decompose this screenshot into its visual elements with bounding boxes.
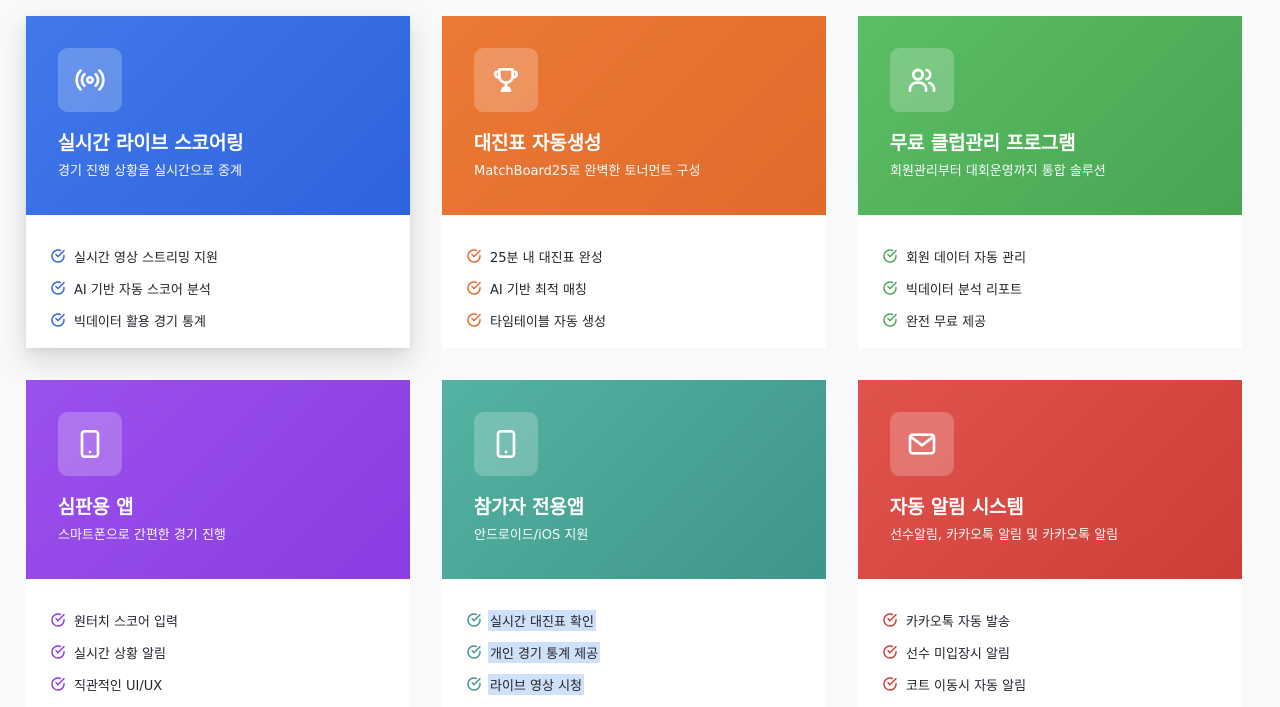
feature-text: 선수 미입장시 알림 <box>906 646 1010 662</box>
feature-card-bracket[interactable]: 대진표 자동생성 MatchBoard25로 완벽한 토너먼트 구성 25분 내… <box>442 16 826 348</box>
feature-text: 개인 경기 통계 제공 <box>488 641 601 663</box>
list-item: AI 기반 자동 스코어 분석 <box>50 272 410 304</box>
users-icon <box>908 68 936 92</box>
check-circle-icon <box>883 645 897 659</box>
feature-text: AI 기반 자동 스코어 분석 <box>74 282 211 298</box>
card-header: 대진표 자동생성 MatchBoard25로 완벽한 토너먼트 구성 <box>442 16 826 215</box>
list-item: 선수 미입장시 알림 <box>882 636 1242 668</box>
feature-card-notification[interactable]: 자동 알림 시스템 선수알림, 카카오톡 알림 및 카카오톡 알림 카카오톡 자… <box>858 380 1242 707</box>
feature-text: 빅데이터 활용 경기 통계 <box>74 314 206 330</box>
feature-text: AI 기반 최적 매칭 <box>490 282 587 298</box>
feature-text: 실시간 대진표 확인 <box>488 609 596 631</box>
list-item: 타임테이블 자동 생성 <box>466 304 826 336</box>
card-subtitle: 스마트폰으로 간편한 경기 진행 <box>58 528 226 543</box>
check-circle-icon <box>467 281 481 295</box>
check-circle-icon <box>51 249 65 263</box>
check-circle-icon <box>883 313 897 327</box>
list-item: 빅데이터 활용 경기 통계 <box>50 304 410 336</box>
card-title: 자동 알림 시스템 <box>890 496 1024 518</box>
feature-text: 빅데이터 분석 리포트 <box>906 282 1022 298</box>
list-item: 완전 무료 제공 <box>882 304 1242 336</box>
feature-text: 코트 이동시 자동 알림 <box>906 678 1027 694</box>
trophy-icon <box>493 68 519 92</box>
feature-list: 회원 데이터 자동 관리 빅데이터 분석 리포트 완전 무료 제공 <box>858 215 1242 336</box>
feature-card-club-management[interactable]: 무료 클럽관리 프로그램 회원관리부터 대회운영까지 통합 솔루션 회원 데이터… <box>858 16 1242 348</box>
list-item: 라이브 영상 시청 <box>466 668 826 700</box>
list-item: 실시간 대진표 확인 <box>466 604 826 636</box>
card-title: 심판용 앱 <box>58 496 134 518</box>
card-title: 무료 클럽관리 프로그램 <box>890 132 1076 154</box>
check-circle-icon <box>883 281 897 295</box>
check-circle-icon <box>51 645 65 659</box>
list-item: 원터치 스코어 입력 <box>50 604 410 636</box>
list-item: 직관적인 UI/UX <box>50 668 410 700</box>
card-title: 대진표 자동생성 <box>474 132 602 154</box>
list-item: 실시간 영상 스트리밍 지원 <box>50 240 410 272</box>
check-circle-icon <box>467 249 481 263</box>
list-item: 빅데이터 분석 리포트 <box>882 272 1242 304</box>
card-header: 심판용 앱 스마트폰으로 간편한 경기 진행 <box>26 380 410 579</box>
card-subtitle: MatchBoard25로 완벽한 토너먼트 구성 <box>474 164 701 179</box>
feature-list: 카카오톡 자동 발송 선수 미입장시 알림 코트 이동시 자동 알림 <box>858 579 1242 700</box>
icon-box <box>58 412 122 476</box>
feature-text: 회원 데이터 자동 관리 <box>906 250 1027 266</box>
feature-text: 직관적인 UI/UX <box>74 678 163 694</box>
icon-box <box>58 48 122 112</box>
feature-list: 실시간 대진표 확인 개인 경기 통계 제공 라이브 영상 시청 <box>442 579 826 700</box>
card-header: 무료 클럽관리 프로그램 회원관리부터 대회운영까지 통합 솔루션 <box>858 16 1242 215</box>
list-item: 코트 이동시 자동 알림 <box>882 668 1242 700</box>
card-subtitle: 경기 진행 상황을 실시간으로 중계 <box>58 164 242 179</box>
list-item: 25분 내 대진표 완성 <box>466 240 826 272</box>
card-header: 실시간 라이브 스코어링 경기 진행 상황을 실시간으로 중계 <box>26 16 410 215</box>
check-circle-icon <box>51 677 65 691</box>
list-item: AI 기반 최적 매칭 <box>466 272 826 304</box>
list-item: 개인 경기 통계 제공 <box>466 636 826 668</box>
feature-text: 타임테이블 자동 생성 <box>490 314 606 330</box>
check-circle-icon <box>467 613 481 627</box>
feature-list: 원터치 스코어 입력 실시간 상황 알림 직관적인 UI/UX <box>26 579 410 700</box>
check-circle-icon <box>883 249 897 263</box>
icon-box <box>890 412 954 476</box>
smartphone-icon <box>80 430 100 458</box>
feature-text: 25분 내 대진표 완성 <box>490 250 603 266</box>
feature-text: 실시간 영상 스트리밍 지원 <box>74 250 218 266</box>
check-circle-icon <box>467 645 481 659</box>
smartphone-icon <box>496 430 516 458</box>
card-subtitle: 회원관리부터 대회운영까지 통합 솔루션 <box>890 164 1106 179</box>
check-circle-icon <box>51 613 65 627</box>
feature-text: 카카오톡 자동 발송 <box>906 614 1010 630</box>
card-header: 자동 알림 시스템 선수알림, 카카오톡 알림 및 카카오톡 알림 <box>858 380 1242 579</box>
check-circle-icon <box>51 313 65 327</box>
list-item: 카카오톡 자동 발송 <box>882 604 1242 636</box>
card-subtitle: 안드로이드/iOS 지원 <box>474 528 589 543</box>
icon-box <box>474 412 538 476</box>
check-circle-icon <box>51 281 65 295</box>
check-circle-icon <box>883 613 897 627</box>
feature-text: 원터치 스코어 입력 <box>74 614 178 630</box>
check-circle-icon <box>467 313 481 327</box>
feature-list: 25분 내 대진표 완성 AI 기반 최적 매칭 타임테이블 자동 생성 <box>442 215 826 336</box>
feature-text: 완전 무료 제공 <box>906 314 987 330</box>
icon-box <box>474 48 538 112</box>
feature-text: 실시간 상황 알림 <box>74 646 166 662</box>
icon-box <box>890 48 954 112</box>
broadcast-icon <box>75 69 105 91</box>
feature-card-referee-app[interactable]: 심판용 앱 스마트폰으로 간편한 경기 진행 원터치 스코어 입력 실시간 상황… <box>26 380 410 707</box>
list-item: 실시간 상황 알림 <box>50 636 410 668</box>
feature-list: 실시간 영상 스트리밍 지원 AI 기반 자동 스코어 분석 빅데이터 활용 경… <box>26 215 410 336</box>
check-circle-icon <box>883 677 897 691</box>
card-header: 참가자 전용앱 안드로이드/iOS 지원 <box>442 380 826 579</box>
card-title: 실시간 라이브 스코어링 <box>58 132 244 154</box>
feature-text: 라이브 영상 시청 <box>488 673 584 695</box>
list-item: 회원 데이터 자동 관리 <box>882 240 1242 272</box>
feature-card-participant-app[interactable]: 참가자 전용앱 안드로이드/iOS 지원 실시간 대진표 확인 개인 경기 통계… <box>442 380 826 707</box>
card-title: 참가자 전용앱 <box>474 496 585 518</box>
card-subtitle: 선수알림, 카카오톡 알림 및 카카오톡 알림 <box>890 528 1119 543</box>
mail-icon <box>908 433 936 455</box>
feature-card-live-scoring[interactable]: 실시간 라이브 스코어링 경기 진행 상황을 실시간으로 중계 실시간 영상 스… <box>26 16 410 348</box>
check-circle-icon <box>467 677 481 691</box>
